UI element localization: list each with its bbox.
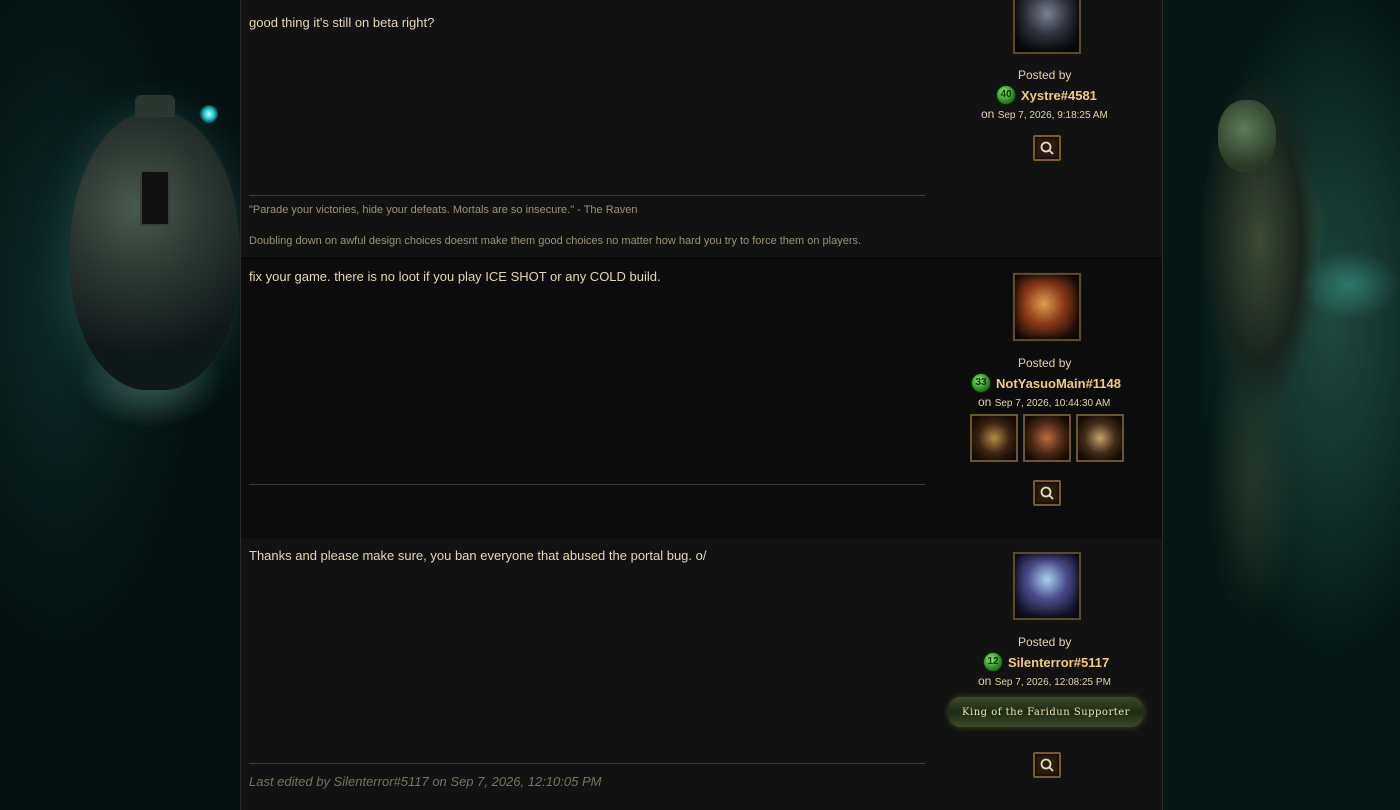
level-badge-icon: 12	[983, 652, 1003, 672]
last-edited-note: Last edited by Silenterror#5117 on Sep 7…	[249, 774, 602, 789]
supporter-badge[interactable]: King of the Faridun Supporter	[948, 697, 1144, 727]
character-glow	[1300, 250, 1400, 320]
level-badge-icon: 40	[996, 85, 1016, 105]
signature-divider	[249, 195, 925, 196]
post-body: fix your game. there is no loot if you p…	[249, 269, 661, 284]
quote-button[interactable]	[1033, 135, 1061, 161]
diving-bell-window	[140, 170, 170, 226]
on-label: on	[981, 107, 995, 121]
post-date-line: on Sep 7, 2026, 10:44:30 AM	[978, 395, 1110, 409]
post-author-panel: Posted by 40 Xystre#4581 on Sep 7, 2026,…	[941, 0, 1151, 257]
post-date-line: on Sep 7, 2026, 9:18:25 AM	[981, 107, 1108, 121]
forum-post: Thanks and please make sure, you ban eve…	[241, 538, 1162, 810]
author-line: 33 NotYasuoMain#1148	[971, 373, 1121, 393]
signature-line: "Parade your victories, hide your defeat…	[249, 204, 638, 216]
level-badge-icon: 33	[971, 373, 991, 393]
sigil-badge-icon[interactable]	[1023, 414, 1071, 462]
dragon-badge-icon[interactable]	[970, 414, 1018, 462]
post-author-panel: Posted by 12 Silenterror#5117 on Sep 7, …	[941, 538, 1151, 810]
post-date: Sep 7, 2026, 12:08:25 PM	[994, 677, 1111, 688]
search-icon	[1040, 141, 1054, 155]
posted-by-label: Posted by	[1018, 635, 1072, 649]
post-date: Sep 7, 2026, 10:44:30 AM	[994, 398, 1111, 409]
diving-bell-top	[135, 95, 175, 117]
forum-thread: good thing it's still on beta right? "Pa…	[240, 0, 1163, 810]
winged-helmet-warrior-avatar[interactable]	[1013, 273, 1081, 341]
post-author-panel: Posted by 33 NotYasuoMain#1148 on Sep 7,…	[941, 259, 1151, 537]
quote-button[interactable]	[1033, 480, 1061, 506]
hooded-witch-avatar[interactable]	[1013, 552, 1081, 620]
post-date: Sep 7, 2026, 9:18:25 AM	[997, 110, 1108, 121]
author-line: 40 Xystre#4581	[996, 85, 1097, 105]
signature-line: Doubling down on awful design choices do…	[249, 235, 862, 247]
author-name-link[interactable]: Silenterror#5117	[1008, 655, 1109, 670]
character-artwork	[1190, 40, 1340, 460]
search-icon	[1040, 758, 1054, 772]
forum-post: fix your game. there is no loot if you p…	[241, 259, 1162, 537]
on-label: on	[978, 674, 992, 688]
author-name-link[interactable]: NotYasuoMain#1148	[996, 376, 1121, 391]
diving-bell-artwork	[70, 110, 240, 390]
posted-by-label: Posted by	[1018, 356, 1072, 370]
post-date-line: on Sep 7, 2026, 12:08:25 PM	[978, 674, 1111, 688]
shield-badge-icon[interactable]	[1076, 414, 1124, 462]
author-line: 12 Silenterror#5117	[983, 652, 1109, 672]
on-label: on	[978, 395, 992, 409]
quote-button[interactable]	[1033, 752, 1061, 778]
forum-post: good thing it's still on beta right? "Pa…	[241, 0, 1162, 257]
signature-divider	[249, 484, 925, 485]
diving-bell-lamp	[200, 105, 218, 123]
character-head	[1218, 100, 1276, 172]
dark-armored-knight-avatar[interactable]	[1013, 0, 1081, 54]
posted-by-label: Posted by	[1018, 68, 1072, 82]
post-body: Thanks and please make sure, you ban eve…	[249, 548, 707, 563]
signature-divider	[249, 763, 925, 764]
post-body: good thing it's still on beta right?	[249, 15, 435, 30]
author-name-link[interactable]: Xystre#4581	[1021, 88, 1097, 103]
search-icon	[1040, 486, 1054, 500]
